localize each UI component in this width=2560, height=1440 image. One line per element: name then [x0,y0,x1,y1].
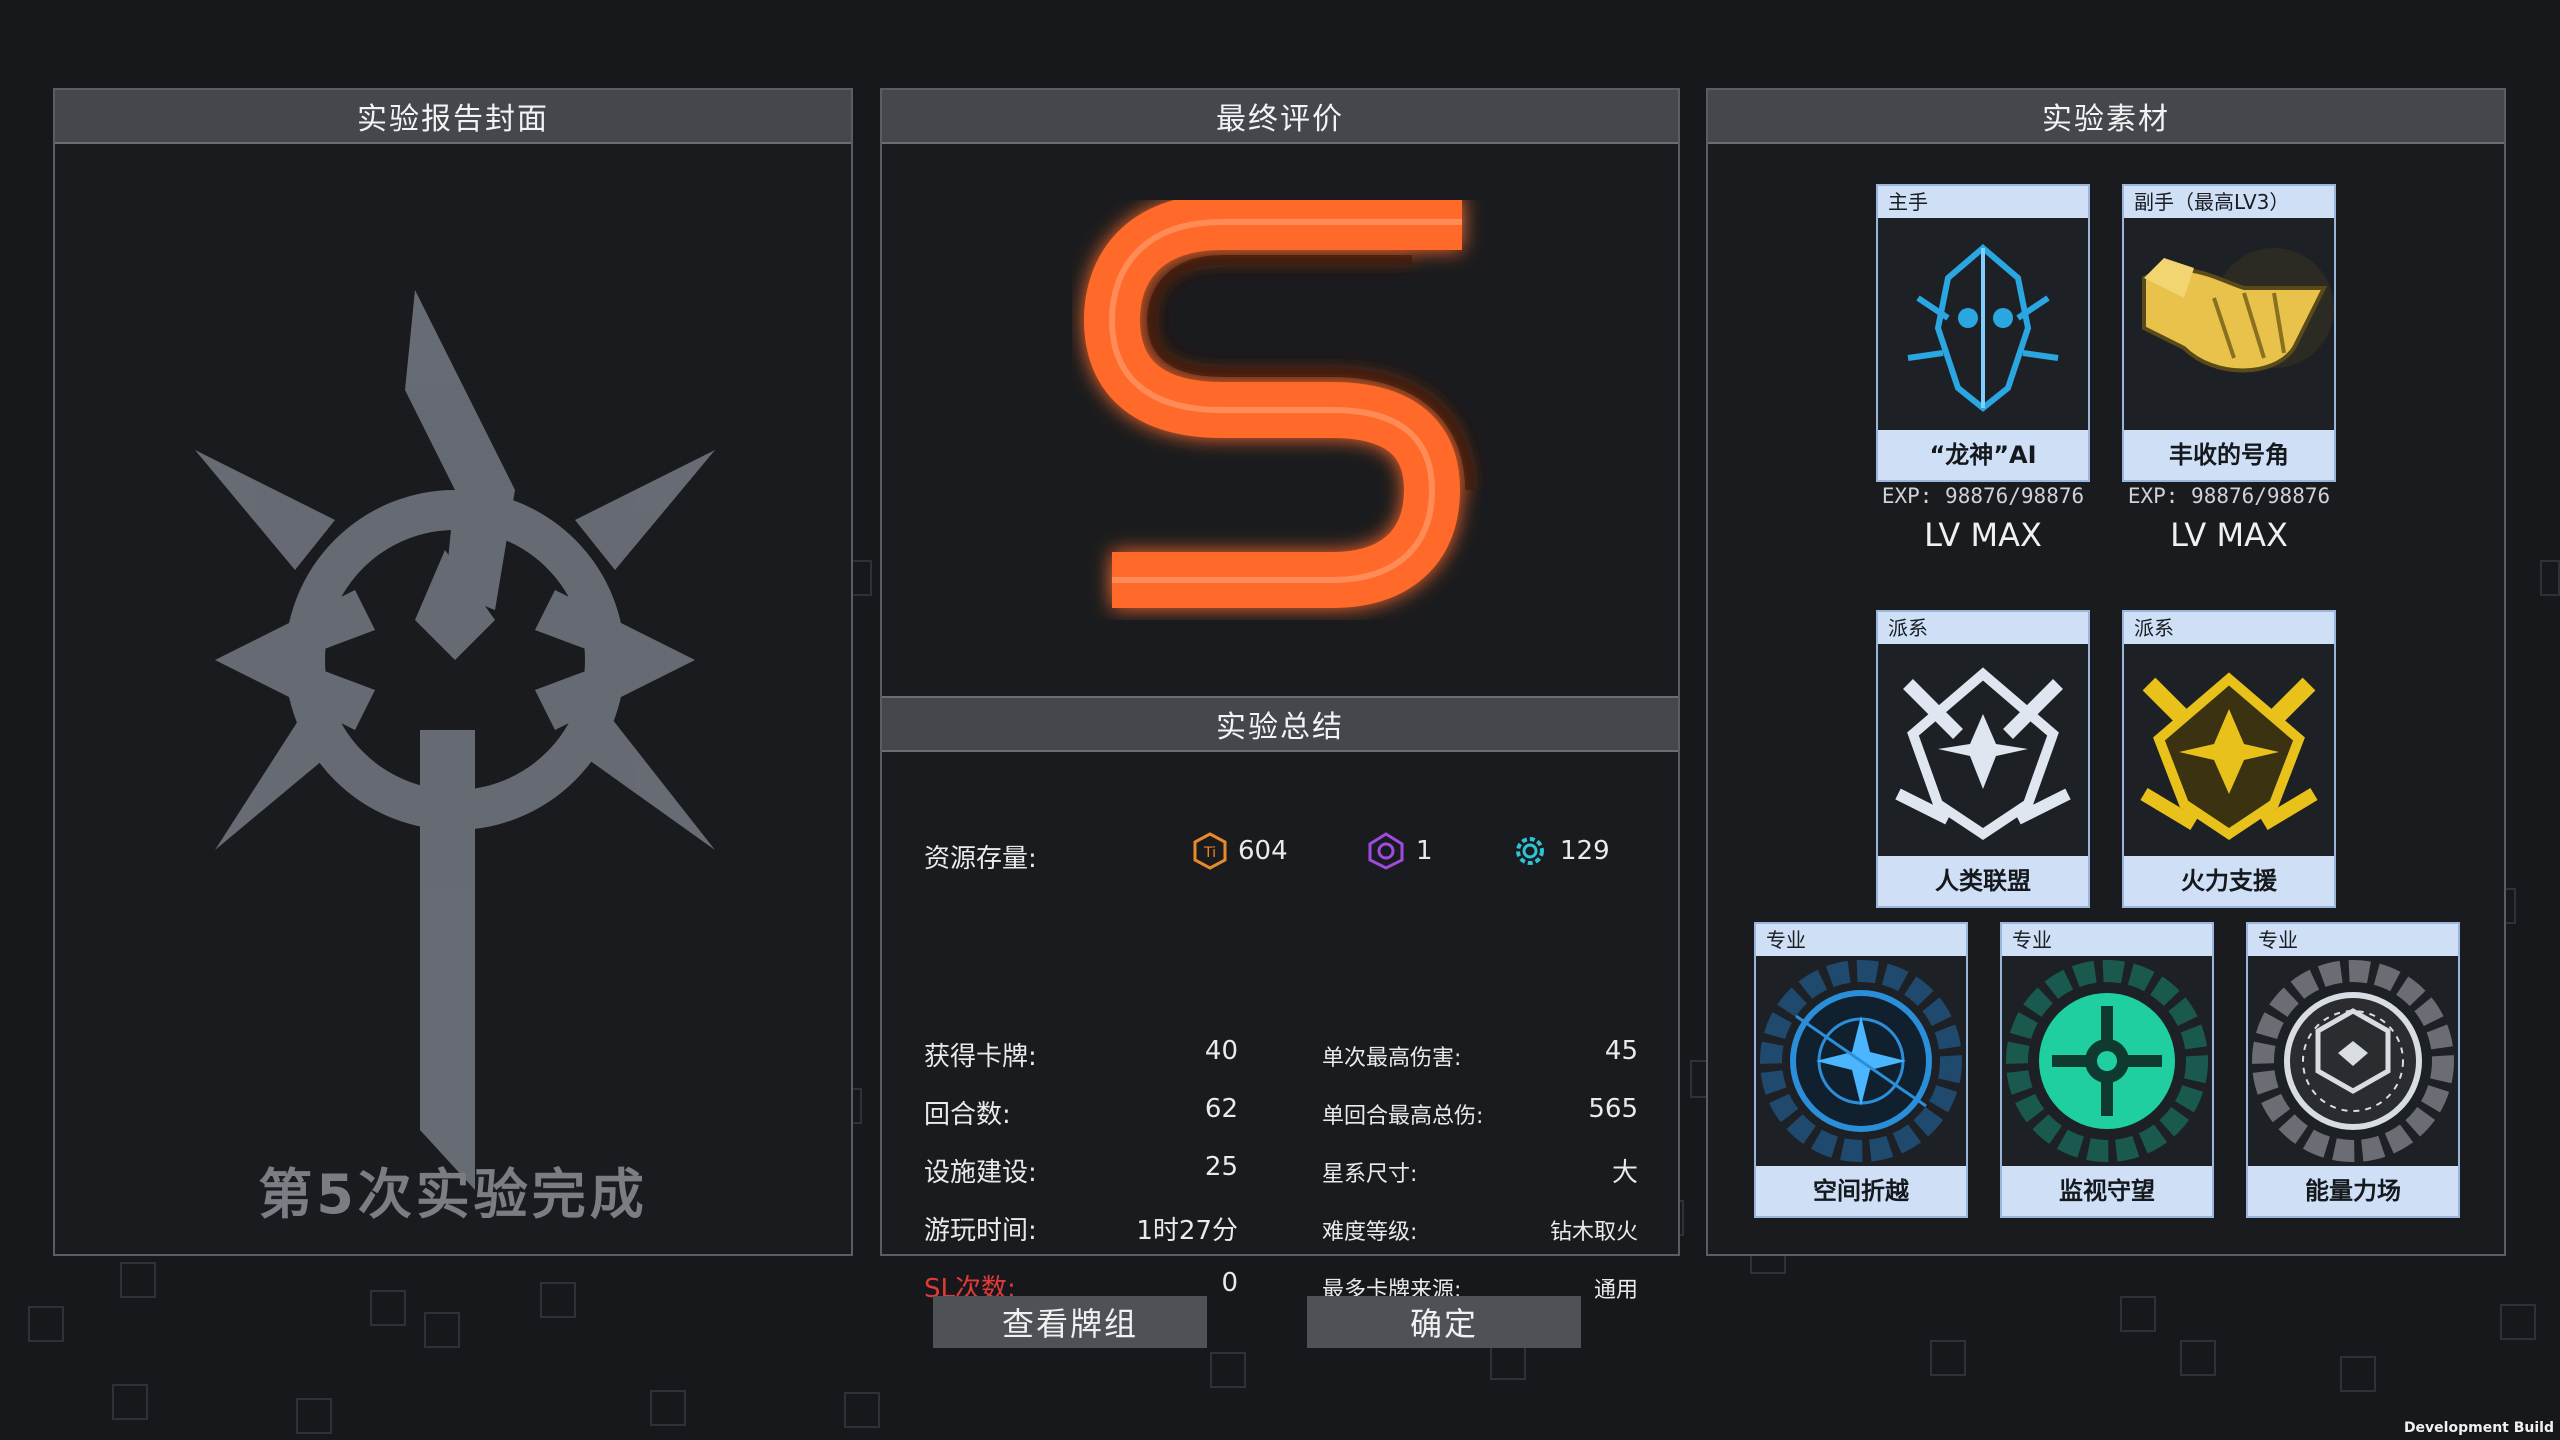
cyan-gear-icon [1516,837,1544,865]
horn-icon [2124,218,2334,430]
stat-turns-label: 回合数: [924,1100,1011,1130]
resource-crystal: 1 [1366,832,1433,870]
development-build-label: Development Build [2403,1420,2554,1436]
stat-facilities-value: 25 [1204,1152,1238,1182]
specialty-tag-2: 专业 [2012,928,2052,952]
dragon-ai-icon [1878,218,2088,430]
faction-card-human-alliance[interactable]: 派系 人类联盟 [1876,610,2090,908]
specialty-card-energy-field[interactable]: 专业 能量力场 [2246,922,2460,1218]
faction-emblem-icon [195,290,715,1190]
stat-sl-value: 0 [1221,1268,1238,1298]
rating-panel: 最终评价 实验总结 资源存量: Ti 604 1 129 获得卡牌: 40 回合… [880,88,1680,1304]
main-weapon-exp: EXP: 98876/98876 [1881,484,2085,508]
materials-panel-title: 实验素材 [1708,90,2504,144]
main-weapon-card[interactable]: 主手 “龙神”AI [1876,184,2090,482]
stat-galaxy-size-value: 大 [1611,1158,1638,1188]
resource-titanium-value: 604 [1238,836,1288,866]
stat-playtime-label: 游玩时间: [924,1216,1037,1246]
cover-panel: 实验报告封面 第5次实验完成 [53,88,853,1256]
off-weapon-tag: 副手（最高LV3） [2134,190,2290,214]
view-deck-button[interactable]: 查看牌组 [933,1296,1207,1348]
stat-playtime-value: 1时27分 [1136,1216,1238,1246]
specialty-name-3: 能量力场 [2305,1177,2401,1205]
off-weapon-level: LV MAX [2170,516,2288,554]
specialty-name-2: 监视守望 [2059,1177,2155,1205]
off-weapon-exp: EXP: 98876/98876 [2127,484,2331,508]
titanium-icon: Ti [1193,832,1227,870]
stat-cards-label: 获得卡牌: [924,1042,1037,1072]
purple-crystal-icon [1368,832,1404,870]
resources-label: 资源存量: [924,844,1037,874]
specialty-tag-3: 专业 [2258,928,2298,952]
stat-max-turn-damage-label: 单回合最高总伤: [1322,1104,1484,1129]
stat-max-damage-label: 单次最高伤害: [1322,1046,1462,1071]
stat-difficulty-value: 钻木取火 [1549,1220,1638,1245]
stat-turns-value: 62 [1204,1094,1238,1124]
stat-galaxy-size-label: 星系尺寸: [1322,1162,1418,1187]
confirm-button[interactable]: 确定 [1307,1296,1581,1348]
specialty-card-surveillance[interactable]: 专业 监视守望 [2000,922,2214,1218]
energy-field-icon [2248,956,2458,1166]
specialty-name-1: 空间折越 [1813,1177,1909,1205]
stat-cards-value: 40 [1204,1036,1238,1066]
summary-title: 实验总结 [882,696,1678,752]
grade-s-icon [1084,200,1475,608]
faction-card-fire-support[interactable]: 派系 火力支援 [2122,610,2336,908]
surveillance-icon [2002,956,2212,1166]
specialty-card-space-warp[interactable]: 专业 空间折越 [1754,922,1968,1218]
off-weapon-card[interactable]: 副手（最高LV3） 丰收的号角 [2122,184,2336,482]
faction-name-1: 人类联盟 [1935,867,2031,895]
resource-crystal-value: 1 [1416,836,1433,866]
cover-panel-title: 实验报告封面 [55,90,851,144]
resource-gear: 129 [1510,832,1610,870]
space-warp-icon [1756,956,1966,1166]
svg-text:Ti: Ti [1203,845,1216,861]
materials-panel: 实验素材 主手 “龙神”AI EXP: 98876/98876 LV MAX 副… [1706,88,2506,1256]
fire-support-icon [2124,644,2334,856]
specialty-tag-1: 专业 [1766,928,1806,952]
main-weapon-name: “龙神”AI [1929,441,2037,469]
rating-panel-title: 最终评价 [882,90,1678,144]
faction-name-2: 火力支援 [2181,867,2277,895]
stat-max-turn-damage-value: 565 [1588,1094,1638,1124]
off-weapon-name: 丰收的号角 [2169,441,2289,469]
resource-titanium: Ti 604 [1192,832,1288,870]
faction-tag-1: 派系 [1888,616,1928,640]
stat-facilities-label: 设施建设: [924,1158,1037,1188]
main-weapon-level: LV MAX [1924,516,2042,554]
resource-gear-value: 129 [1560,836,1610,866]
human-alliance-icon [1878,644,2088,856]
faction-tag-2: 派系 [2134,616,2174,640]
cover-caption: 第5次实验完成 [258,1163,648,1226]
stat-max-damage-value: 45 [1604,1036,1638,1066]
stat-difficulty-label: 难度等级: [1322,1220,1418,1245]
main-weapon-tag: 主手 [1888,190,1928,214]
